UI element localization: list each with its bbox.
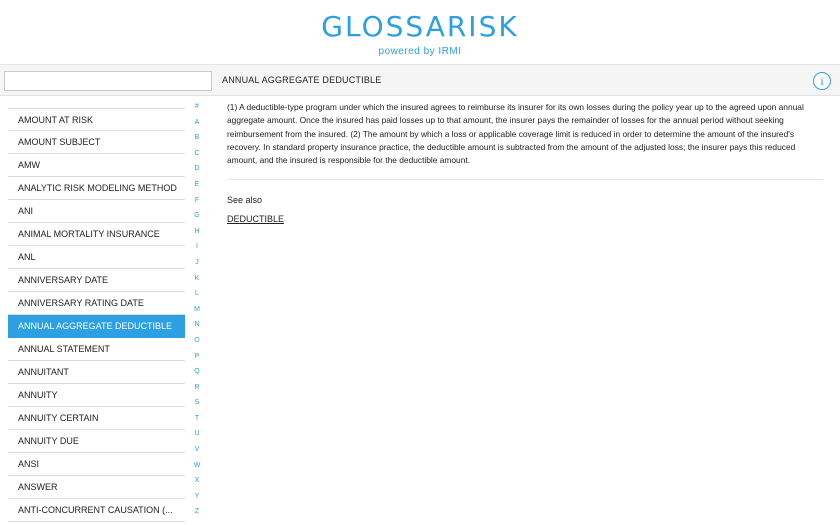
alphabet-letter[interactable]: J (190, 255, 204, 271)
term-list: AMOUNT AT RISK AMOUNT SUBJECT AMW ANALYTIC … (8, 108, 185, 525)
alphabet-letter[interactable]: V (190, 442, 204, 458)
term-list-item[interactable]: ANI (8, 200, 185, 223)
alphabet-letter[interactable]: D (190, 161, 204, 177)
see-also-link[interactable]: DEDUCTIBLE (227, 214, 284, 224)
info-icon[interactable]: i (813, 72, 831, 90)
term-list-item[interactable]: ANNUITY DUE (8, 430, 185, 453)
alphabet-letter[interactable]: B (190, 130, 204, 146)
search-bar: ANNUAL AGGREGATE DEDUCTIBLE i (0, 64, 840, 96)
term-title: ANNUAL AGGREGATE DEDUCTIBLE (222, 75, 382, 85)
term-list-item[interactable]: ANALYTIC RISK MODELING METHOD (8, 177, 185, 200)
divider (227, 179, 823, 181)
term-list-item[interactable]: AMW (8, 154, 185, 177)
alphabet-index: # A B C D E F G H I J K L M N O P Q R S T U V W X Y Z (190, 99, 204, 520)
term-list-item[interactable]: ANNUITY CERTAIN (8, 407, 185, 430)
app-header: GLOSSARISK powered by IRMI (0, 0, 840, 64)
term-list-item[interactable]: ANSI (8, 453, 185, 476)
alphabet-letter[interactable]: P (190, 349, 204, 365)
term-list-item[interactable]: ANNUAL STATEMENT (8, 338, 185, 361)
glossarisk-logo: GLOSSARISK (321, 10, 519, 43)
alphabet-letter[interactable]: L (190, 286, 204, 302)
alphabet-letter[interactable]: E (190, 177, 204, 193)
alphabet-letter[interactable]: Z (190, 504, 204, 520)
term-list-item[interactable]: AMOUNT AT RISK (8, 108, 185, 131)
term-list-item[interactable]: ANIMAL MORTALITY INSURANCE (8, 223, 185, 246)
alphabet-letter[interactable]: N (190, 317, 204, 333)
alphabet-letter[interactable]: F (190, 193, 204, 209)
alphabet-letter[interactable]: C (190, 146, 204, 162)
term-list-item[interactable]: ANNUITANT (8, 361, 185, 384)
alphabet-letter[interactable]: X (190, 473, 204, 489)
term-list-item[interactable]: AMOUNT SUBJECT (8, 131, 185, 154)
alphabet-letter[interactable]: H (190, 224, 204, 240)
alphabet-letter[interactable]: W (190, 458, 204, 474)
alphabet-letter[interactable]: # (190, 99, 204, 115)
alphabet-letter[interactable]: M (190, 302, 204, 318)
alphabet-letter[interactable]: S (190, 395, 204, 411)
term-list-item[interactable]: ANNUITY (8, 384, 185, 407)
search-input[interactable] (4, 71, 212, 91)
definition-panel: (1) A deductible-type program under whic… (227, 101, 823, 227)
alphabet-letter[interactable]: I (190, 239, 204, 255)
term-list-item-active[interactable]: ANNUAL AGGREGATE DEDUCTIBLE (8, 315, 185, 338)
alphabet-letter[interactable]: U (190, 426, 204, 442)
alphabet-letter[interactable]: K (190, 271, 204, 287)
alphabet-letter[interactable]: Y (190, 489, 204, 505)
term-list-item[interactable]: ANSWER (8, 476, 185, 499)
see-also-label: See also (227, 195, 263, 206)
term-list-item[interactable]: ANNIVERSARY RATING DATE (8, 292, 185, 315)
alphabet-letter[interactable]: O (190, 333, 204, 349)
alphabet-letter[interactable]: Q (190, 364, 204, 380)
definition-text: (1) A deductible-type program under whic… (227, 102, 804, 166)
term-list-item[interactable]: ANL (8, 246, 185, 269)
alphabet-letter[interactable]: G (190, 208, 204, 224)
alphabet-letter[interactable]: R (190, 380, 204, 396)
term-list-item[interactable]: ANTI-CONCURRENT CAUSATION (... (8, 499, 185, 522)
alphabet-letter[interactable]: T (190, 411, 204, 427)
alphabet-letter[interactable]: A (190, 115, 204, 131)
term-list-item[interactable]: ANNIVERSARY DATE (8, 269, 185, 292)
tagline: powered by IRMI (378, 46, 462, 57)
